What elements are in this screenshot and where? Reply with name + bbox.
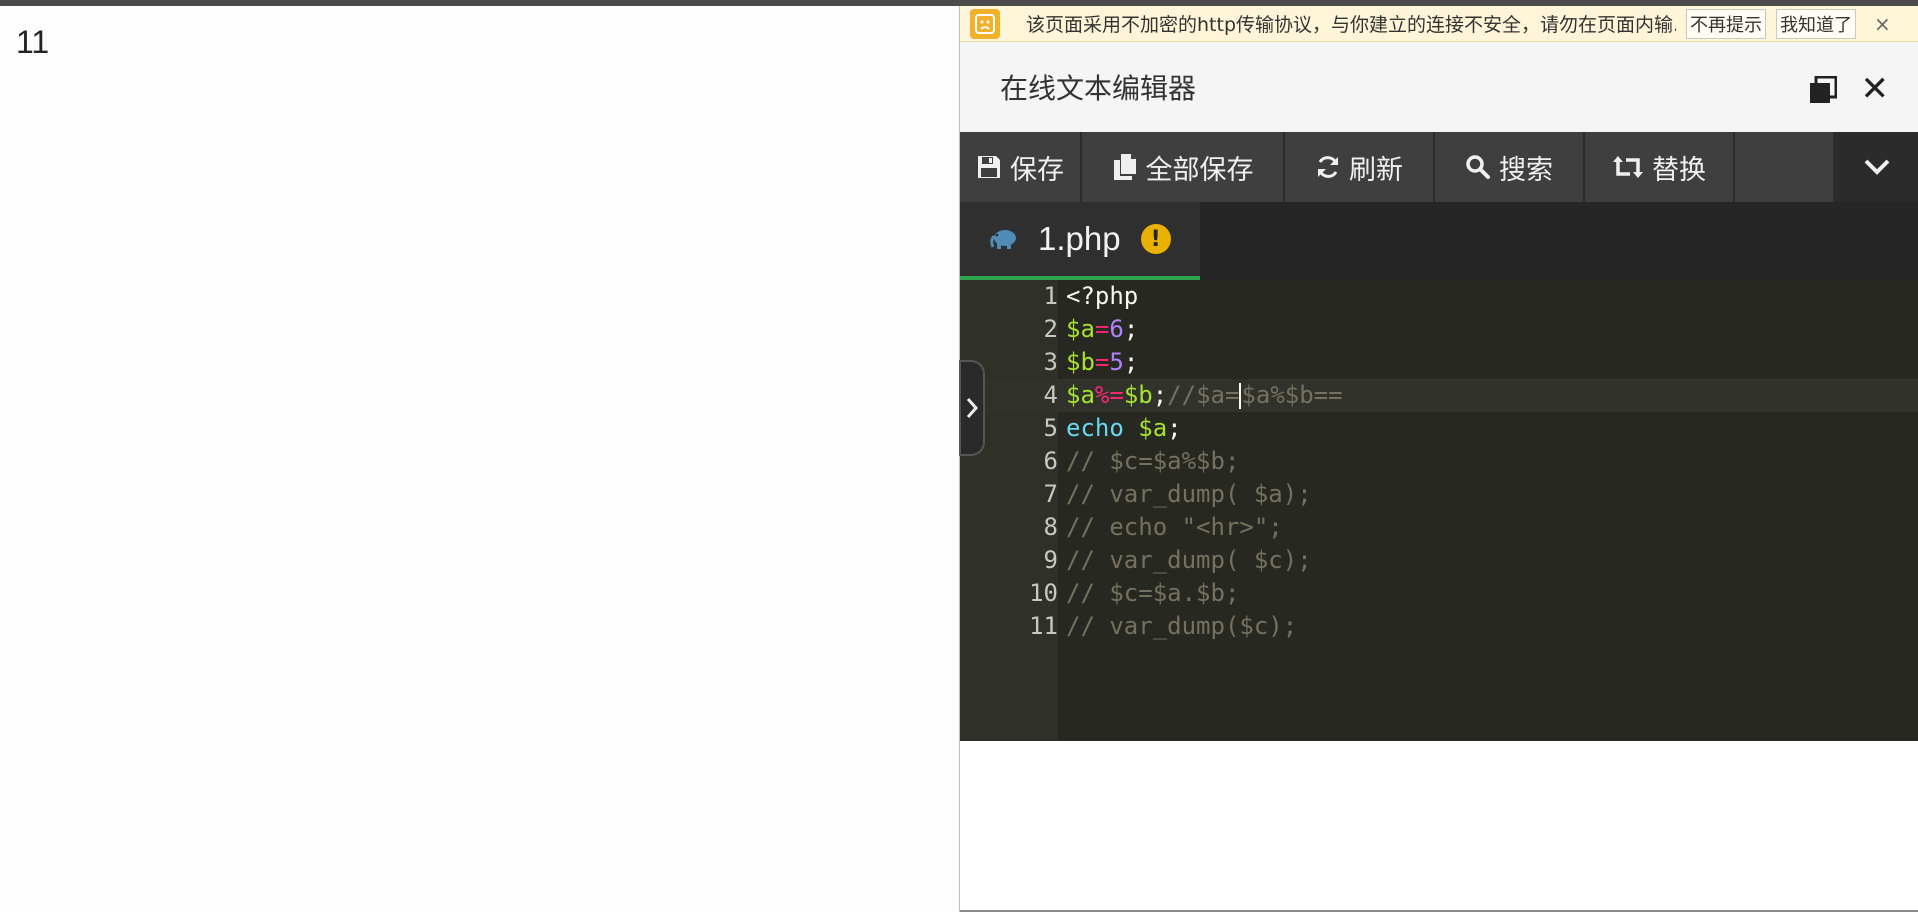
expand-sidebar-button[interactable] xyxy=(959,360,985,456)
code-text: // var_dump( $c); xyxy=(1066,546,1312,574)
search-icon xyxy=(1466,155,1490,179)
page-output-text: 11 xyxy=(16,24,50,60)
code-text: // echo "<hr>"; xyxy=(1066,513,1283,541)
insecure-connection-notice: 该页面采用不加密的http传输协议，与你建立的连接不安全，请勿在页面内输... … xyxy=(960,6,1918,42)
floppy-disk-icon xyxy=(978,156,1000,178)
chevron-right-icon xyxy=(966,398,978,418)
code-text: <?php xyxy=(1066,282,1139,310)
got-it-button[interactable]: 我知道了 xyxy=(1776,8,1856,39)
refresh-icon xyxy=(1318,156,1338,178)
editor-title-bar: 在线文本编辑器 ✕ xyxy=(960,42,1918,132)
refresh-label: 刷新 xyxy=(1349,154,1403,186)
copy-files-icon xyxy=(1113,154,1136,180)
code-line: 7 // var_dump( $a); xyxy=(960,478,1918,511)
line-number: 2 xyxy=(1043,315,1058,343)
line-number: 10 xyxy=(1029,579,1058,607)
warning-face-icon xyxy=(970,8,1000,39)
line-number: 1 xyxy=(1043,282,1058,310)
code-line: 5 echo $a; xyxy=(960,412,1918,445)
notice-message: 该页面采用不加密的http传输协议，与你建立的连接不安全，请勿在页面内输... xyxy=(1026,14,1676,36)
replace-label: 替换 xyxy=(1652,154,1706,186)
warning-icon: ! xyxy=(1140,224,1171,254)
code-text: $a%=$b;//$a=$a%$b== xyxy=(1066,381,1343,409)
code-line: 1 <?php xyxy=(960,280,1918,313)
replace-button[interactable]: 替换 xyxy=(1585,132,1734,202)
line-number: 8 xyxy=(1043,513,1058,541)
code-line: 10 // $c=$a.$b; xyxy=(960,577,1918,610)
line-number: 11 xyxy=(1029,612,1058,640)
line-number: 7 xyxy=(1043,480,1058,508)
code-text: // var_dump( $a); xyxy=(1066,480,1312,508)
code-line: 11 // var_dump($c); xyxy=(960,610,1918,643)
code-line: 3 $b=5; xyxy=(960,346,1918,379)
editor-panel: 该页面采用不加密的http传输协议，与你建立的连接不安全，请勿在页面内输... … xyxy=(959,6,1918,912)
save-label: 保存 xyxy=(1010,154,1064,186)
chevron-down-icon xyxy=(1864,159,1889,175)
code-line: 2 $a=6; xyxy=(960,313,1918,346)
file-tabs: 1.php ! xyxy=(960,202,1918,280)
code-text: // $c=$a.$b; xyxy=(1066,579,1240,607)
restore-window-icon[interactable] xyxy=(1809,76,1837,104)
save-button[interactable]: 保存 xyxy=(960,132,1081,202)
toolbar-empty-slot xyxy=(1735,132,1834,202)
search-button[interactable]: 搜索 xyxy=(1435,132,1584,202)
code-line: 8 // echo "<hr>"; xyxy=(960,511,1918,544)
code-text: // $c=$a%$b; xyxy=(1066,447,1240,475)
retweet-replace-icon xyxy=(1613,156,1643,178)
tab-file-name: 1.php xyxy=(1038,220,1121,257)
search-label: 搜索 xyxy=(1499,154,1553,186)
code-editor[interactable]: 1 <?php 2 $a=6; 3 $b=5; 4 $a%=$b;//$a=$a… xyxy=(960,280,1918,741)
save-all-button[interactable]: 全部保存 xyxy=(1082,132,1284,202)
line-number: 9 xyxy=(1043,546,1058,574)
code-text: // var_dump($c); xyxy=(1066,612,1298,640)
code-text: echo $a; xyxy=(1066,414,1182,442)
refresh-button[interactable]: 刷新 xyxy=(1285,132,1434,202)
code-text: $a=6; xyxy=(1066,315,1139,343)
code-line-active: 4 $a%=$b;//$a=$a%$b== xyxy=(960,379,1918,412)
tab-1-php[interactable]: 1.php ! xyxy=(960,202,1200,280)
collapse-toolbar-button[interactable] xyxy=(1834,132,1918,202)
code-line: 9 // var_dump( $c); xyxy=(960,544,1918,577)
code-line: 6 // $c=$a%$b; xyxy=(960,445,1918,478)
php-elephant-icon xyxy=(990,230,1016,249)
save-all-label: 全部保存 xyxy=(1145,154,1254,186)
editor-title: 在线文本编辑器 xyxy=(1000,72,1197,105)
notice-close-icon[interactable]: × xyxy=(1874,12,1891,36)
code-text: $b=5; xyxy=(1066,348,1139,376)
editor-toolbar: 保存 全部保存 刷新 搜索 替换 xyxy=(960,132,1918,202)
close-window-icon[interactable]: ✕ xyxy=(1861,72,1890,106)
no-remind-button[interactable]: 不再提示 xyxy=(1686,8,1766,39)
editor-footer-area xyxy=(960,741,1918,912)
